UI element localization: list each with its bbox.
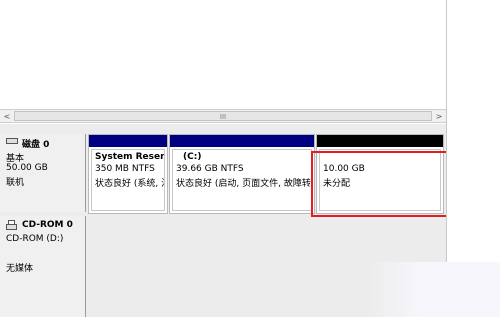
cdrom-type: CD-ROM (D:) xyxy=(6,234,64,244)
partition-size: 350 MB NTFS xyxy=(95,164,155,174)
hard-disk-icon xyxy=(6,138,18,144)
cdrom-name: CD-ROM 0 xyxy=(22,220,73,230)
disk-0-label[interactable]: 磁盘 0 基本 50.00 GB 联机 xyxy=(0,134,86,212)
partition-status: 状态良好 (启动, 页面文件, 故障转储 xyxy=(176,179,312,189)
partition-system-reserved[interactable]: System Reserve 350 MB NTFS 状态良好 (系统, 活 xyxy=(88,134,168,214)
volume-list-area[interactable] xyxy=(0,0,446,109)
partition-body: (C:) 39.66 GB NTFS 状态良好 (启动, 页面文件, 故障转储 xyxy=(172,149,312,211)
partition-name: (C:) xyxy=(183,152,202,162)
partition-body: System Reserve 350 MB NTFS 状态良好 (系统, 活 xyxy=(91,149,165,211)
partition-bar xyxy=(317,135,443,147)
scroll-left-arrow-icon[interactable]: < xyxy=(1,111,13,122)
disk-name: 磁盘 0 xyxy=(22,140,50,150)
partition-c-drive[interactable]: (C:) 39.66 GB NTFS 状态良好 (启动, 页面文件, 故障转储 xyxy=(169,134,315,214)
disk-status: 联机 xyxy=(6,178,25,188)
corner-fade xyxy=(366,262,500,317)
partition-name: System Reserve xyxy=(95,152,165,162)
cd-drive-icon xyxy=(6,220,17,230)
horizontal-scrollbar[interactable]: < III > xyxy=(0,109,446,123)
partition-bar xyxy=(89,135,167,147)
highlight-box xyxy=(311,151,455,217)
cdrom-status: 无媒体 xyxy=(6,264,34,274)
scrollbar-grip-icon: III xyxy=(219,113,227,121)
scrollbar-thumb[interactable]: III xyxy=(14,111,432,121)
partition-bar xyxy=(170,135,314,147)
partition-size: 39.66 GB NTFS xyxy=(176,164,244,174)
cdrom-0-label[interactable]: CD-ROM 0 CD-ROM (D:) 无媒体 xyxy=(0,216,86,317)
scroll-right-arrow-icon[interactable]: > xyxy=(433,111,445,122)
disk-size: 50.00 GB xyxy=(6,163,48,173)
partition-status: 状态良好 (系统, 活 xyxy=(95,179,165,189)
